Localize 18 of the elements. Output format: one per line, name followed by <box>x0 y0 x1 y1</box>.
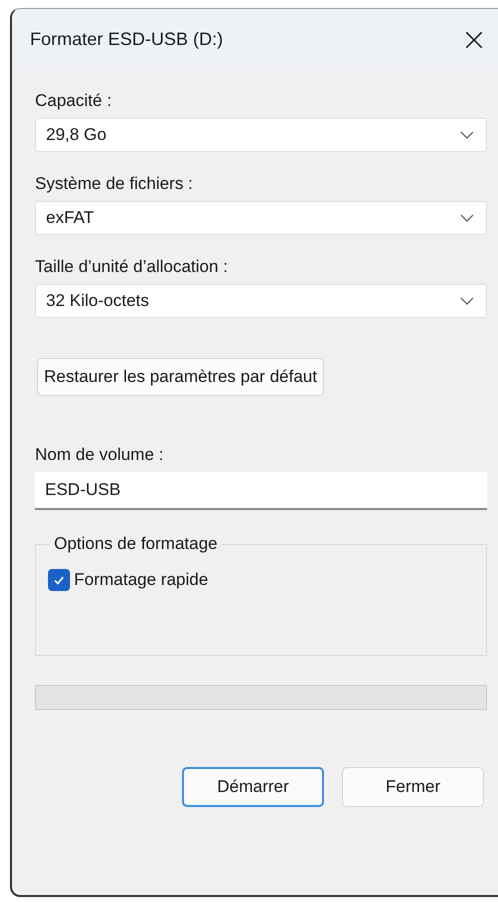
dialog-button[interactable]: Fermer <box>342 767 484 807</box>
field-label: Nom de volume : <box>35 444 164 466</box>
chevron-down-icon <box>460 214 474 222</box>
field-label: Taille d’unité d’allocation : <box>35 256 229 278</box>
chevron-down-icon <box>460 131 474 139</box>
dropdown[interactable]: 29,8 Go <box>35 118 487 152</box>
window-title: Formater ESD-USB (D:) <box>30 28 224 50</box>
dropdown[interactable]: 32 Kilo-octets <box>35 284 487 318</box>
field-label: Système de fichiers : <box>35 173 194 195</box>
dialog-button[interactable]: Démarrer <box>182 767 324 807</box>
volume-name-field[interactable]: ESD-USB <box>35 472 487 510</box>
checkbox[interactable] <box>48 569 70 591</box>
close-button[interactable]: × <box>450 20 498 58</box>
checkbox-label: Formatage rapide <box>74 570 208 590</box>
chevron-down-icon <box>460 297 474 305</box>
restore-defaults-button[interactable]: Restaurer les paramètres par défaut <box>37 358 324 396</box>
field-label: Capacité : <box>35 90 113 112</box>
dropdown[interactable]: exFAT <box>35 201 487 235</box>
